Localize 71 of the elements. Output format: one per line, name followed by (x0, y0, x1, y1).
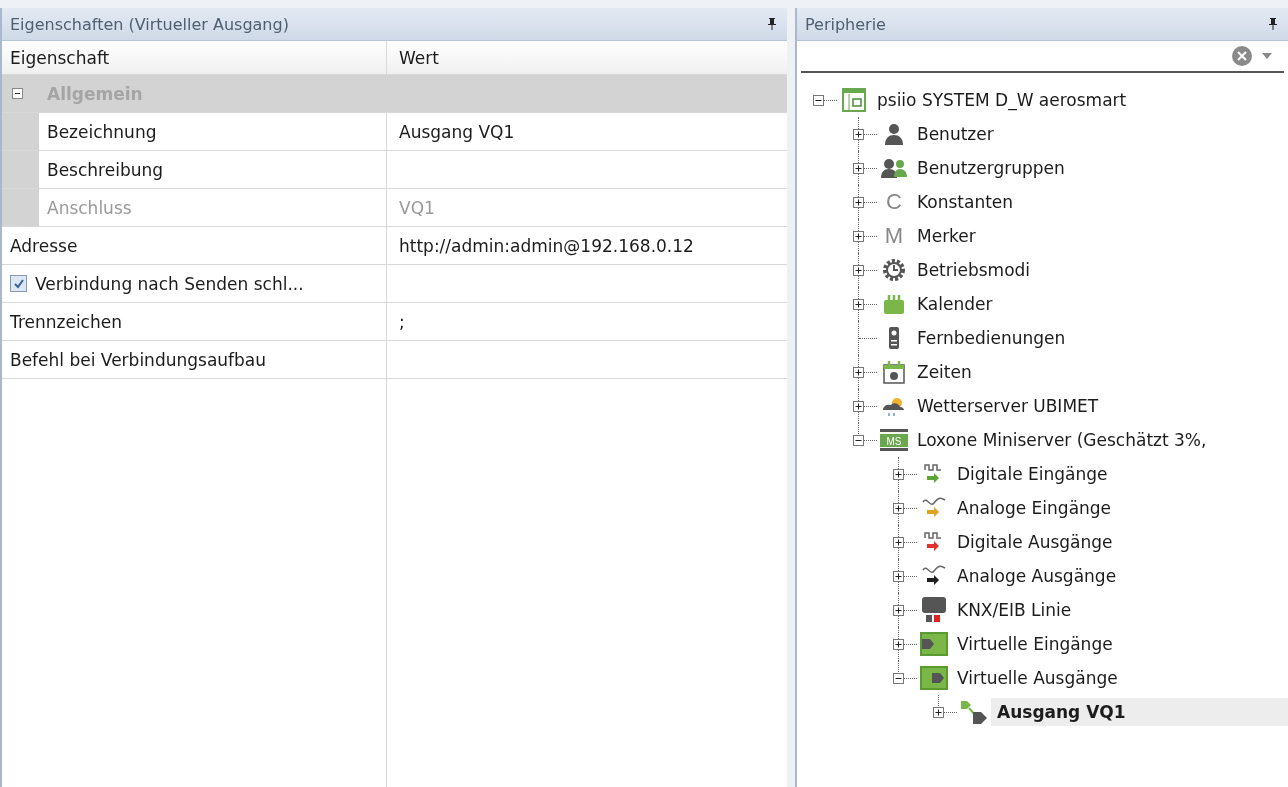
expander-icon[interactable] (813, 94, 824, 106)
panel-title: Eigenschaften (Virtueller Ausgang) (10, 14, 289, 34)
panel-title: Peripherie (805, 14, 886, 34)
property-name: Adresse (10, 235, 78, 256)
tree-item[interactable]: KNX/EIB Linie (951, 596, 1078, 624)
tree-item[interactable]: Betriebsmodi (911, 256, 1037, 284)
tree-item[interactable]: Analoge Ausgänge (951, 562, 1123, 590)
tree-item[interactable]: Benutzer (911, 120, 1000, 148)
calendar-icon (882, 292, 906, 316)
property-value[interactable]: http://admin:admin@192.168.0.12 (399, 235, 694, 256)
tree-item[interactable]: Loxone Miniserver (Geschätzt 3%, (911, 426, 1213, 454)
property-value[interactable]: Ausgang VQ1 (399, 121, 515, 142)
tree-item[interactable]: Zeiten (911, 358, 978, 386)
tree-item[interactable]: Virtuelle Eingänge (951, 630, 1119, 658)
bus-line-icon (920, 597, 948, 623)
expander-icon[interactable] (893, 536, 904, 548)
pin-icon[interactable] (1268, 18, 1278, 30)
tree-item[interactable]: Kalender (911, 290, 999, 318)
tree-item[interactable]: Digitale Ausgänge (951, 528, 1119, 556)
dropdown-caret-icon[interactable] (1262, 53, 1272, 59)
gear-clock-icon (882, 258, 906, 282)
expander-icon[interactable] (853, 298, 864, 310)
tree-item[interactable]: Merker (911, 222, 982, 250)
column-header[interactable]: Wert (399, 47, 439, 68)
expander-icon[interactable] (893, 638, 904, 650)
user-group-icon (881, 156, 907, 180)
property-name: Anschluss (47, 197, 132, 218)
expander-icon[interactable] (933, 706, 944, 718)
expander-icon[interactable] (853, 230, 864, 242)
expander-icon[interactable] (853, 400, 864, 412)
expander-icon[interactable] (893, 672, 904, 684)
device-icon (842, 88, 866, 112)
tree-item[interactable]: Analoge Eingänge (951, 494, 1118, 522)
calendar-clock-icon (882, 360, 906, 384)
expander-icon[interactable] (853, 162, 864, 174)
letter-icon: M (884, 223, 904, 249)
tree-item[interactable]: Ausgang VQ1 (991, 698, 1288, 726)
clear-icon[interactable] (1232, 46, 1252, 66)
analog-signal-icon (921, 496, 947, 520)
pin-icon[interactable] (767, 18, 777, 30)
letter-icon: C (886, 189, 902, 215)
collapse-icon[interactable] (12, 88, 23, 99)
property-name: Beschreibung (47, 159, 164, 180)
tree-item[interactable]: Fernbedienungen (911, 324, 1072, 352)
tree-item[interactable]: Virtuelle Ausgänge (951, 664, 1124, 692)
property-name: Bezeichnung (47, 121, 157, 142)
property-name: Trennzeichen (10, 311, 122, 332)
user-icon (882, 122, 906, 146)
tree-item[interactable]: Konstanten (911, 188, 1020, 216)
virtual-io-icon (920, 632, 948, 656)
property-name: Verbindung nach Senden schl... (35, 273, 304, 294)
expander-icon[interactable] (893, 570, 904, 582)
property-value[interactable]: ; (399, 311, 405, 332)
expander-icon[interactable] (853, 434, 864, 446)
tree-item[interactable]: Benutzergruppen (911, 154, 1071, 182)
tree-item[interactable]: Wetterserver UBIMET (911, 392, 1105, 420)
expander-icon[interactable] (853, 128, 864, 140)
output-arrow-icon (959, 700, 989, 724)
expander-icon[interactable] (893, 604, 904, 616)
property-name: Befehl bei Verbindungsaufbau (10, 349, 267, 370)
column-header[interactable]: Eigenschaft (10, 47, 110, 68)
expander-icon[interactable] (893, 468, 904, 480)
expander-icon[interactable] (853, 264, 864, 276)
expander-icon[interactable] (853, 366, 864, 378)
virtual-io-icon (920, 666, 948, 690)
expander-icon[interactable] (853, 196, 864, 208)
tree-item[interactable]: psiio SYSTEM D_W aerosmart (871, 86, 1133, 114)
checkbox[interactable] (10, 275, 27, 292)
expander-icon[interactable] (893, 502, 904, 514)
analog-signal-icon (921, 564, 947, 588)
tree-item[interactable]: Digitale Eingänge (951, 460, 1114, 488)
